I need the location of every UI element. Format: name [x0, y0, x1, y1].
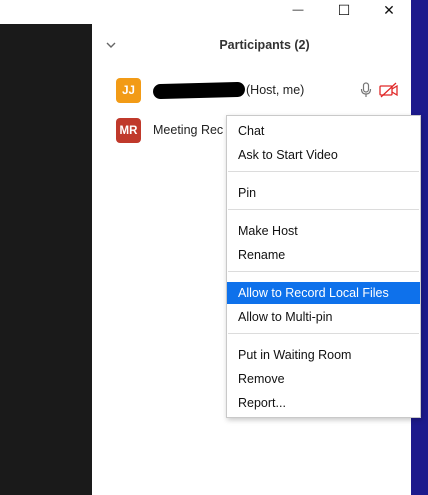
menu-item-ask-to-start-video[interactable]: Ask to Start Video	[227, 144, 420, 166]
menu-item-report[interactable]: Report...	[227, 392, 420, 414]
menu-item-allow-to-record-local-files[interactable]: Allow to Record Local Files	[227, 282, 420, 304]
participant-context-menu: Chat Ask to Start Video Pin Make Host Rename…	[226, 115, 421, 418]
menu-item-put-in-waiting-room[interactable]: Put in Waiting Room	[227, 344, 420, 366]
menu-item-make-host[interactable]: Make Host	[227, 220, 420, 242]
participant-role: (Host, me)	[246, 83, 305, 97]
panel-title: Participants (2)	[219, 38, 310, 52]
menu-separator	[228, 171, 419, 172]
microphone-icon[interactable]	[360, 82, 372, 103]
meeting-video-area	[0, 24, 92, 495]
menu-separator	[228, 271, 419, 272]
participant-row-host[interactable]: JJ (Host, me)	[92, 78, 411, 104]
menu-item-rename[interactable]: Rename	[227, 244, 420, 266]
redaction-mark	[152, 82, 246, 100]
maximize-icon: ☐	[337, 1, 351, 18]
avatar: MR	[116, 118, 141, 143]
video-off-icon[interactable]	[379, 82, 399, 103]
menu-item-chat[interactable]: Chat	[227, 120, 420, 142]
menu-item-pin[interactable]: Pin	[227, 182, 420, 204]
minimize-icon: —	[292, 4, 304, 16]
participant-name: Meeting Rec	[153, 123, 224, 137]
menu-item-remove[interactable]: Remove	[227, 368, 420, 390]
menu-item-allow-to-multi-pin[interactable]: Allow to Multi-pin	[227, 306, 420, 328]
menu-separator	[228, 209, 419, 210]
menu-separator	[228, 333, 419, 334]
close-button[interactable]: ✕	[366, 0, 412, 20]
avatar: JJ	[116, 78, 141, 103]
window-title-bar: — ☐ ✕	[0, 0, 411, 24]
maximize-button[interactable]: ☐	[321, 0, 367, 20]
close-icon: ✕	[383, 1, 395, 18]
minimize-button[interactable]: —	[275, 0, 321, 20]
participant-name: (Host, me)	[152, 82, 305, 100]
